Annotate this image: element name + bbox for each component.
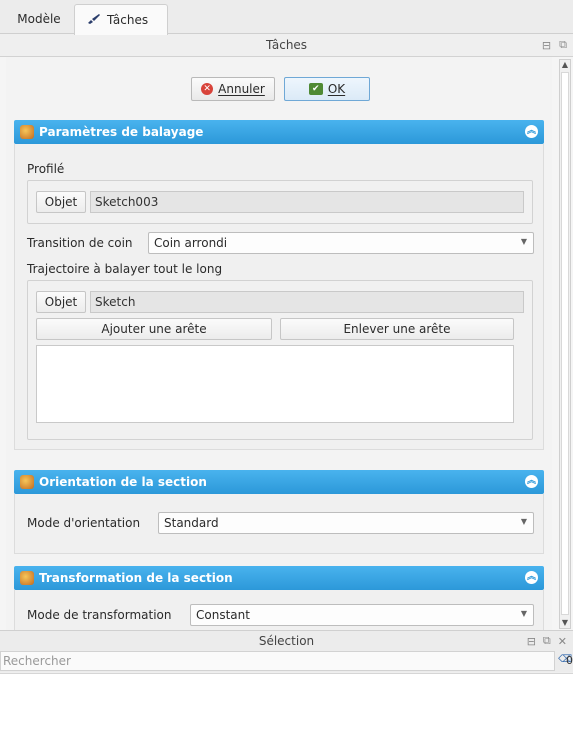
profile-object-button-label: Objet <box>44 195 78 209</box>
scrollbar-thumb[interactable] <box>561 72 569 615</box>
remove-edge-button[interactable]: Enlever une arête <box>280 318 514 340</box>
transformation-mode-label: Mode de transformation <box>27 608 172 622</box>
orientation-mode-value: Standard <box>164 516 219 530</box>
task-panel-title-bar: Tâches ⊟ ⧉ <box>0 35 573 55</box>
sweep-icon <box>20 125 34 139</box>
brush-icon <box>87 13 101 28</box>
chevron-down-icon: ▼ <box>520 517 527 526</box>
profile-frame: Objet Sketch003 <box>27 180 533 224</box>
sweep-params-body: Profilé Objet Sketch003 Transition de co… <box>14 144 544 450</box>
transformation-icon <box>20 571 34 585</box>
path-field: Sketch <box>90 291 524 313</box>
chevron-down-icon: ▼ <box>520 609 527 618</box>
path-label: Trajectoire à balayer tout le long <box>27 262 223 276</box>
profile-value: Sketch003 <box>95 195 159 209</box>
corner-transition-label: Transition de coin <box>27 236 133 250</box>
profile-field: Sketch003 <box>90 191 524 213</box>
path-object-button-label: Objet <box>44 295 78 309</box>
cancel-icon: ✕ <box>201 83 214 95</box>
ok-button-label: OK <box>327 82 346 96</box>
selection-list[interactable] <box>0 673 573 738</box>
transformation-mode-value: Constant <box>196 608 250 622</box>
cancel-button-label: Annuler <box>218 82 265 96</box>
selection-search-row: ⌫ 0 <box>0 650 573 672</box>
orientation-header[interactable]: Orientation de la section ︽ <box>14 470 544 494</box>
orientation-mode-combo[interactable]: Standard ▼ <box>158 512 534 534</box>
orientation-mode-label: Mode d'orientation <box>27 516 141 530</box>
panel-close-icon[interactable]: ⊟ <box>527 635 536 648</box>
search-input[interactable] <box>0 651 555 671</box>
panel-close-icon[interactable]: ⊟ <box>542 39 551 52</box>
task-panel-content: ✕ Annuler ✔ OK Paramètres de balayage ︽ … <box>6 57 552 630</box>
orientation-icon <box>20 475 34 489</box>
collapse-icon[interactable]: ︽ <box>525 475 538 488</box>
path-value: Sketch <box>95 295 136 309</box>
remove-edge-label: Enlever une arête <box>343 322 451 336</box>
task-panel-scroll-area: ✕ Annuler ✔ OK Paramètres de balayage ︽ … <box>0 56 573 630</box>
transformation-title: Transformation de la section <box>39 571 233 585</box>
path-object-button[interactable]: Objet <box>36 291 86 313</box>
ok-icon: ✔ <box>308 83 323 95</box>
task-panel-title: Tâches <box>265 38 308 52</box>
orientation-body: Mode d'orientation Standard ▼ <box>14 494 544 554</box>
tab-taches-label: Tâches <box>107 13 149 27</box>
panel-float-icon[interactable]: ⧉ <box>543 634 551 648</box>
tab-modele[interactable]: Modèle <box>4 4 74 34</box>
ok-button[interactable]: ✔ OK <box>284 77 370 101</box>
tab-modele-label: Modèle <box>17 12 61 26</box>
path-frame: Objet Sketch Ajouter une arête Enlever u… <box>27 280 533 440</box>
scroll-down-icon[interactable]: ▼ <box>560 618 570 628</box>
selection-panel-title-bar: Sélection ⊟ ⧉ ✕ <box>0 630 573 650</box>
add-edge-label: Ajouter une arête <box>101 322 207 336</box>
sweep-params-header[interactable]: Paramètres de balayage ︽ <box>14 120 544 144</box>
transformation-mode-combo[interactable]: Constant ▼ <box>190 604 534 626</box>
tab-bar: Modèle Tâches <box>0 0 573 35</box>
vertical-scrollbar[interactable]: ▲ ▼ <box>559 59 571 629</box>
profile-object-button[interactable]: Objet <box>36 191 86 213</box>
selection-panel-title: Sélection <box>258 633 315 648</box>
panel-float-icon[interactable]: ⧉ <box>559 38 567 52</box>
corner-transition-value: Coin arrondi <box>154 236 228 250</box>
profile-label: Profilé <box>27 162 65 176</box>
transformation-header[interactable]: Transformation de la section ︽ <box>14 566 544 590</box>
edge-list[interactable] <box>36 345 514 423</box>
collapse-icon[interactable]: ︽ <box>525 125 538 138</box>
scroll-up-icon[interactable]: ▲ <box>560 60 570 70</box>
add-edge-button[interactable]: Ajouter une arête <box>36 318 272 340</box>
chevron-down-icon: ▼ <box>520 237 527 246</box>
collapse-icon[interactable]: ︽ <box>525 571 538 584</box>
tab-taches[interactable]: Tâches <box>74 4 168 35</box>
close-icon[interactable]: ✕ <box>558 635 567 648</box>
sweep-params-title: Paramètres de balayage <box>39 125 204 139</box>
cancel-button[interactable]: ✕ Annuler <box>191 77 275 101</box>
corner-transition-combo[interactable]: Coin arrondi ▼ <box>148 232 534 254</box>
transformation-body: Mode de transformation Constant ▼ <box>14 590 544 630</box>
orientation-title: Orientation de la section <box>39 475 207 489</box>
selection-count: 0 <box>566 654 573 667</box>
